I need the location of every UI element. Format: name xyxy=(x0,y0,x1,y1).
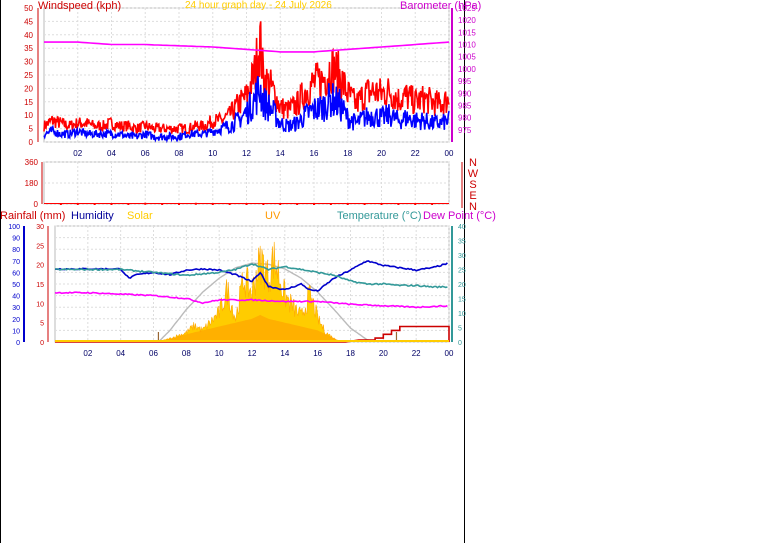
wind-direction-panel: 3601800 NWSEN xyxy=(25,157,479,213)
time-tick-label: 00 xyxy=(445,349,454,358)
rain-tick-label: 25 xyxy=(36,243,44,250)
temperature-tick-label: 15 xyxy=(458,297,466,304)
time-tick-label: 22 xyxy=(411,149,420,158)
time-tick-label: 16 xyxy=(310,149,319,158)
time-tick-label: 04 xyxy=(107,149,116,158)
time-tick-label: 12 xyxy=(242,149,251,158)
rainfall-axis-label: Rainfall (mm) xyxy=(0,210,65,222)
time-tick-label: 20 xyxy=(377,149,386,158)
uv-label: UV xyxy=(265,210,281,222)
temperature-tick-label: 0 xyxy=(458,340,462,347)
windspeed-tick-label: 5 xyxy=(29,125,34,134)
rain-tick-label: 0 xyxy=(40,340,44,347)
humidity-tick-label: 40 xyxy=(12,294,20,301)
windspeed-tick-label: 15 xyxy=(24,98,33,107)
barometer-tick-label: 1005 xyxy=(458,53,476,62)
time-tick-label: 06 xyxy=(141,149,150,158)
rain-tick-label: 5 xyxy=(40,321,44,328)
rain-tick-label: 30 xyxy=(36,224,44,231)
temperature-tick-label: 25 xyxy=(458,268,466,275)
direction-tick-label: 360 xyxy=(25,158,39,167)
graph-title: 24 hour graph day - 24 July 2026 xyxy=(185,0,332,11)
time-tick-label: 04 xyxy=(116,349,125,358)
time-tick-label: 20 xyxy=(379,349,388,358)
temperature-tick-label: 5 xyxy=(458,326,462,333)
rain-tick-label: 20 xyxy=(36,263,44,270)
windspeed-tick-label: 25 xyxy=(24,71,33,80)
barometer-tick-label: 980 xyxy=(458,114,472,123)
time-tick-label: 10 xyxy=(208,149,217,158)
humidity-tick-label: 70 xyxy=(12,259,20,266)
windspeed-axis-label: Windspeed (kph) xyxy=(38,0,121,12)
humidity-axis: 0 10 20 30 40 50 60 70 80 90 100 xyxy=(8,224,25,347)
windspeed-tick-label: 10 xyxy=(24,111,33,120)
baseline-strip xyxy=(55,340,449,342)
windspeed-tick-label: 30 xyxy=(24,58,33,67)
humidity-tick-label: 10 xyxy=(12,328,20,335)
time-tick-label: 14 xyxy=(276,149,285,158)
time-tick-label: 12 xyxy=(248,349,257,358)
barometer-tick-label: 975 xyxy=(458,126,472,135)
temperature-tick-label: 20 xyxy=(458,282,466,289)
barometer-tick-label: 1010 xyxy=(458,41,476,50)
dewpoint-label: Dew Point (°C) xyxy=(423,210,496,222)
humidity-tick-label: 90 xyxy=(12,236,20,243)
wind-barometer-panel: 05101520253035404550 9759809859909951000… xyxy=(24,0,481,158)
time-tick-label: 06 xyxy=(149,349,158,358)
windspeed-tick-label: 0 xyxy=(29,138,34,147)
time-tick-label: 22 xyxy=(412,349,421,358)
humidity-tick-label: 100 xyxy=(8,224,20,231)
solar-label: Solar xyxy=(127,210,153,222)
weather-graphs: 05101520253035404550 9759809859909951000… xyxy=(0,0,496,543)
barometer-tick-label: 1020 xyxy=(458,16,476,25)
barometer-tick-label: 1015 xyxy=(458,28,476,37)
time-tick-label: 02 xyxy=(83,349,92,358)
humidity-tick-label: 30 xyxy=(12,305,20,312)
rain-tick-label: 10 xyxy=(36,301,44,308)
temperature-axis: 0 5 10 15 20 25 30 35 40 xyxy=(451,224,466,347)
rain-axis: 0 5 10 15 20 25 30 xyxy=(36,224,49,347)
temperature-tick-label: 10 xyxy=(458,311,466,318)
humidity-tick-label: 0 xyxy=(16,340,20,347)
windspeed-tick-label: 40 xyxy=(24,31,33,40)
time-tick-label: 08 xyxy=(182,349,191,358)
barometer-tick-label: 1000 xyxy=(458,65,476,74)
temperature-label: Temperature (°C) xyxy=(337,210,421,222)
temp-time-axis: 02 04 06 08 10 12 14 16 18 20 22 00 xyxy=(83,349,454,358)
graph-frame: 0 5 10 15 20 25 30 35 40 45 50 975 980 985 990 995 1000… xyxy=(0,0,496,543)
humidity-tick-label: 80 xyxy=(12,247,20,254)
windspeed-tick-label: 50 xyxy=(24,4,33,13)
humidity-label: Humidity xyxy=(71,210,114,222)
barometer-axis: 975980985990995100010051010101510201025 xyxy=(451,4,476,142)
windspeed-tick-label: 35 xyxy=(24,44,33,53)
windspeed-axis: 0 5 10 15 20 25 30 35 40 45 50 xyxy=(24,4,39,147)
direction-axis: 360 180 0 xyxy=(25,158,43,209)
temperature-solar-panel: Rainfall (mm) Humidity Solar UV Temperat… xyxy=(0,210,496,358)
humidity-tick-label: 60 xyxy=(12,270,20,277)
barometer-tick-label: 995 xyxy=(458,77,472,86)
time-tick-label: 02 xyxy=(73,149,82,158)
windspeed-tick-label: 20 xyxy=(24,84,33,93)
time-tick-label: 14 xyxy=(280,349,289,358)
temperature-tick-label: 40 xyxy=(458,224,466,231)
windspeed-tick-label: 45 xyxy=(24,17,33,26)
time-tick-label: 18 xyxy=(346,349,355,358)
direction-series xyxy=(44,202,449,205)
time-tick-label: 08 xyxy=(175,149,184,158)
barometer-axis-label: Barometer (hPa) xyxy=(400,0,481,12)
time-tick-label: 00 xyxy=(445,149,454,158)
barometer-tick-label: 990 xyxy=(458,89,472,98)
direction-tick-label: 180 xyxy=(25,179,39,188)
time-tick-label: 16 xyxy=(313,349,322,358)
time-tick-label: 10 xyxy=(215,349,224,358)
wind-time-axis: 02 04 06 08 10 12 14 16 18 20 22 00 xyxy=(73,149,454,158)
temperature-tick-label: 35 xyxy=(458,239,466,246)
direction-tick-label: 0 xyxy=(34,200,39,209)
time-tick-label: 18 xyxy=(343,149,352,158)
humidity-tick-label: 20 xyxy=(12,317,20,324)
humidity-tick-label: 50 xyxy=(12,282,20,289)
barometer-tick-label: 985 xyxy=(458,101,472,110)
rain-tick-label: 15 xyxy=(36,282,44,289)
temperature-tick-label: 30 xyxy=(458,253,466,260)
